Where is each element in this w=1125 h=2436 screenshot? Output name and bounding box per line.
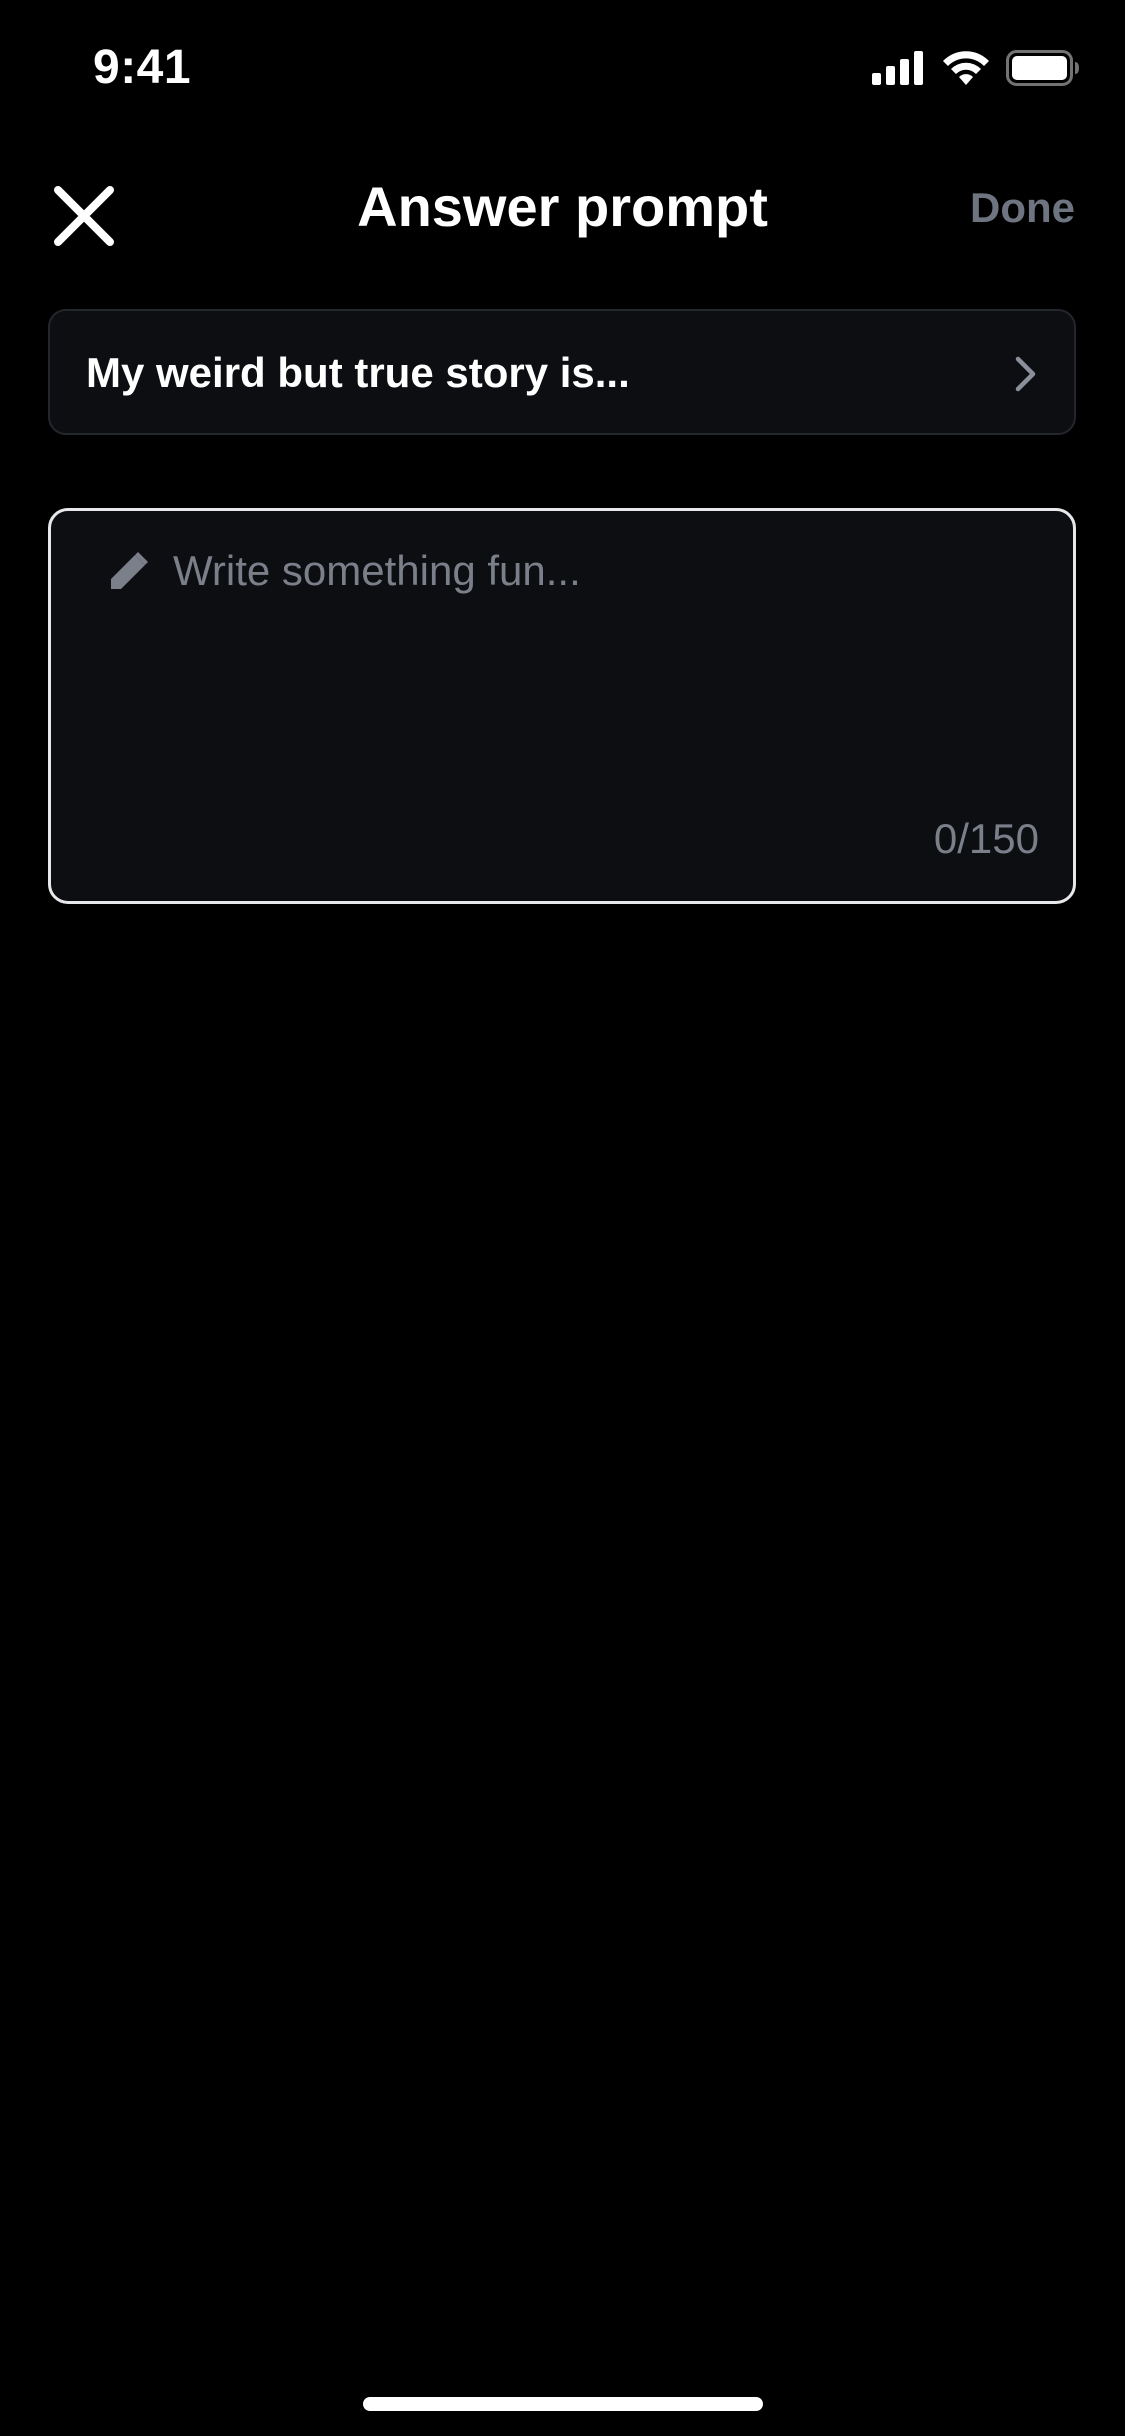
done-button[interactable]: Done (970, 184, 1075, 232)
prompt-text: My weird but true story is... (86, 349, 630, 396)
status-icons (872, 50, 1080, 86)
battery-icon (1006, 50, 1079, 86)
character-count: 0/150 (933, 815, 1039, 862)
prompt-selector[interactable]: My weird but true story is... (48, 309, 1076, 435)
chevron-right-icon (1015, 356, 1036, 392)
wifi-icon (943, 51, 989, 85)
header: Answer prompt Done (0, 160, 1125, 270)
status-time: 9:41 (93, 41, 192, 94)
cellular-signal-icon (872, 51, 923, 85)
status-bar: 9:41 (0, 0, 1125, 140)
answer-input[interactable] (173, 541, 1033, 761)
home-indicator[interactable] (363, 2397, 763, 2411)
page-title: Answer prompt (357, 175, 768, 238)
answer-box: 0/150 (48, 508, 1076, 904)
pencil-icon (111, 552, 148, 589)
